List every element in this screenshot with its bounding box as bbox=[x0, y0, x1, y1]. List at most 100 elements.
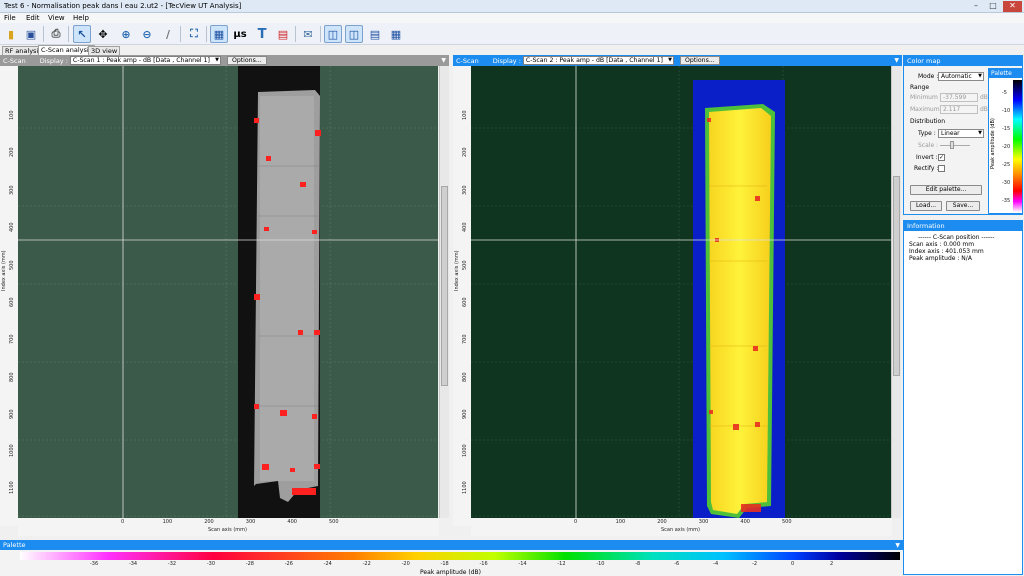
mode-select[interactable]: Automatic ▼ bbox=[938, 72, 984, 81]
left-y-tick-label: 800 bbox=[9, 372, 15, 382]
palette-tab[interactable]: Palette bbox=[989, 69, 1022, 78]
color-map-title: Color map bbox=[904, 56, 1022, 66]
rectify-checkbox[interactable] bbox=[938, 165, 945, 172]
right-cscan-image[interactable] bbox=[471, 66, 891, 518]
load-button[interactable]: Load... bbox=[910, 201, 942, 211]
zoom-in-icon[interactable]: ⊕ bbox=[117, 25, 135, 43]
window-title: Test 6 - Normalisation peak dans l eau 2… bbox=[4, 2, 242, 10]
print-icon[interactable]: ⎙ bbox=[47, 25, 65, 43]
invert-checkbox[interactable]: ✓ bbox=[938, 154, 945, 161]
left-y-tick-label: 900 bbox=[9, 409, 15, 420]
left-display-label: Display : bbox=[39, 56, 68, 65]
palette-bar-tick-label: -34 bbox=[128, 561, 138, 567]
right-x-axis-label: Scan axis (mm) bbox=[661, 527, 700, 533]
color-map-panel: Color map Mode : Automatic ▼ Range Minimu… bbox=[903, 55, 1023, 215]
color-palette-icon[interactable]: ▤ bbox=[274, 25, 292, 43]
layout-quad-icon[interactable]: ▦ bbox=[387, 25, 405, 43]
left-display-select[interactable]: C-Scan 1 : Peak amp - dB [Data , Channel… bbox=[69, 56, 221, 65]
rectify-label: Rectify : bbox=[914, 165, 939, 172]
left-pane-header: C-Scan Display : C-Scan 1 : Peak amp - d… bbox=[0, 55, 449, 66]
layout-single-icon[interactable]: ◫ bbox=[324, 25, 342, 43]
right-y-tick-label: 700 bbox=[462, 334, 468, 345]
save-icon[interactable]: ▣ bbox=[22, 25, 40, 43]
info-line-header: ------ C-Scan position ------ bbox=[918, 234, 995, 241]
right-scroll-thumb[interactable] bbox=[893, 176, 900, 376]
maximize-button[interactable]: □ bbox=[985, 1, 1001, 12]
invert-label: Invert : bbox=[916, 154, 938, 161]
information-title: Information bbox=[904, 221, 1022, 231]
left-pane-collapse-icon[interactable]: ▼ bbox=[441, 57, 446, 64]
edit-palette-button[interactable]: Edit palette... bbox=[910, 185, 982, 195]
microseconds-icon[interactable]: µs bbox=[231, 25, 249, 43]
analysis-tabs: RF analysis C-Scan analysis 3D view bbox=[0, 45, 1024, 55]
right-y-tick-label: 100 bbox=[462, 110, 468, 120]
left-display-value: C-Scan 1 : Peak amp - dB [Data , Channel… bbox=[72, 57, 210, 64]
maximum-input[interactable]: 2.117 bbox=[940, 105, 978, 114]
palette-bar-title: Palette bbox=[0, 541, 903, 550]
right-y-tick-label: 900 bbox=[462, 409, 468, 420]
minimum-input[interactable]: -37.599 bbox=[940, 93, 978, 102]
right-display-value: C-Scan 2 : Peak amp - dB [Data , Channel… bbox=[525, 57, 663, 64]
left-scroll-thumb[interactable] bbox=[441, 186, 448, 386]
right-y-tick-label: 500 bbox=[462, 260, 468, 270]
save-palette-button[interactable]: Save... bbox=[946, 201, 980, 211]
fit-view-icon[interactable]: ⛶ bbox=[185, 25, 203, 43]
toolbar: ▮ ▣ ⎙ ↖ ✥ ⊕ ⊖ ∕ ⛶ ▦ µs T ▤ ✉ ◫ ◫ ▤ ▦ bbox=[0, 23, 1024, 45]
zoom-out-icon[interactable]: ⊖ bbox=[138, 25, 156, 43]
type-select[interactable]: Linear ▼ bbox=[938, 129, 984, 138]
info-line-scan: Scan axis : 0.000 mm bbox=[909, 241, 975, 248]
right-y-tick-label: 200 bbox=[462, 147, 468, 158]
pan-move-icon[interactable]: ✥ bbox=[94, 25, 112, 43]
tab-cscan-analysis[interactable]: C-Scan analysis bbox=[38, 45, 96, 55]
grid-view-icon[interactable]: ▦ bbox=[210, 25, 228, 43]
select-pointer-icon[interactable]: ↖ bbox=[73, 25, 91, 43]
chevron-down-icon: ▼ bbox=[978, 130, 982, 136]
left-y-tick-label: 1100 bbox=[9, 481, 15, 494]
chevron-down-icon: ▼ bbox=[978, 73, 982, 79]
comment-icon[interactable]: ✉ bbox=[299, 25, 317, 43]
right-x-tick-label: 400 bbox=[740, 519, 750, 525]
right-pane-collapse-icon[interactable]: ▼ bbox=[894, 57, 899, 64]
scale-slider[interactable] bbox=[940, 145, 970, 146]
right-y-tick-label: 1100 bbox=[462, 481, 468, 494]
menu-file[interactable]: File bbox=[4, 14, 16, 22]
palette-gradient bbox=[20, 552, 900, 560]
palette-side-tick-label: -10 bbox=[1002, 108, 1011, 114]
left-options-button[interactable]: Options... bbox=[226, 56, 267, 65]
right-y-tick-label: 400 bbox=[462, 222, 468, 233]
palette-bar-tick-label: -36 bbox=[90, 561, 99, 567]
palette-side-tick-label: -35 bbox=[1002, 198, 1011, 204]
palette-bar-tick-label: -32 bbox=[167, 561, 177, 567]
layout-horizontal-split-icon[interactable]: ▤ bbox=[366, 25, 384, 43]
menu-edit[interactable]: Edit bbox=[26, 14, 40, 22]
close-button[interactable]: ✕ bbox=[1003, 1, 1022, 12]
scale-slider-handle[interactable] bbox=[950, 141, 954, 149]
text-annotation-icon[interactable]: T bbox=[253, 25, 271, 43]
palette-bar-axis-label: Peak amplitude (dB) bbox=[420, 569, 481, 576]
palette-gradient-vertical bbox=[1013, 80, 1022, 212]
palette-bar-tick-label: -20 bbox=[401, 561, 410, 567]
left-x-axis-label: Scan axis (mm) bbox=[208, 527, 247, 533]
palette-bar-tick-label: -28 bbox=[245, 561, 254, 567]
right-x-tick-label: 100 bbox=[615, 519, 626, 525]
right-vertical-scrollbar[interactable] bbox=[891, 66, 901, 518]
minimize-button[interactable]: – bbox=[968, 1, 984, 12]
menu-help[interactable]: Help bbox=[73, 14, 89, 22]
right-scan-ruler: Scan axis (mm) 0 100 200 300 400 500 bbox=[471, 518, 892, 536]
palette-bar-tick-label: -12 bbox=[557, 561, 566, 567]
tab-3d-view[interactable]: 3D view bbox=[88, 46, 121, 55]
info-line-amplitude: Peak amplitude : N/A bbox=[909, 255, 972, 262]
palette-bar: Palette ▼ -36 -34 -32 -30 -28 -26 -24 -22 -20 -18… bbox=[0, 540, 903, 576]
measure-ruler-icon[interactable]: ∕ bbox=[159, 25, 177, 43]
right-options-button[interactable]: Options... bbox=[679, 56, 720, 65]
open-folder-icon[interactable]: ▮ bbox=[2, 25, 20, 43]
menu-view[interactable]: View bbox=[48, 14, 65, 22]
left-vertical-scrollbar[interactable] bbox=[439, 66, 449, 518]
palette-bar-tick-label: -14 bbox=[518, 561, 527, 567]
layout-vertical-split-icon[interactable]: ◫ bbox=[345, 25, 363, 43]
right-display-select[interactable]: C-Scan 2 : Peak amp - dB [Data , Channel… bbox=[522, 56, 674, 65]
right-x-tick-label: 200 bbox=[657, 519, 667, 525]
left-index-ruler: Index axis (mm) 100 200 300 400 500 600 700 800… bbox=[0, 66, 18, 526]
left-cscan-image[interactable] bbox=[18, 66, 438, 518]
palette-bar-collapse-icon[interactable]: ▼ bbox=[895, 542, 900, 549]
